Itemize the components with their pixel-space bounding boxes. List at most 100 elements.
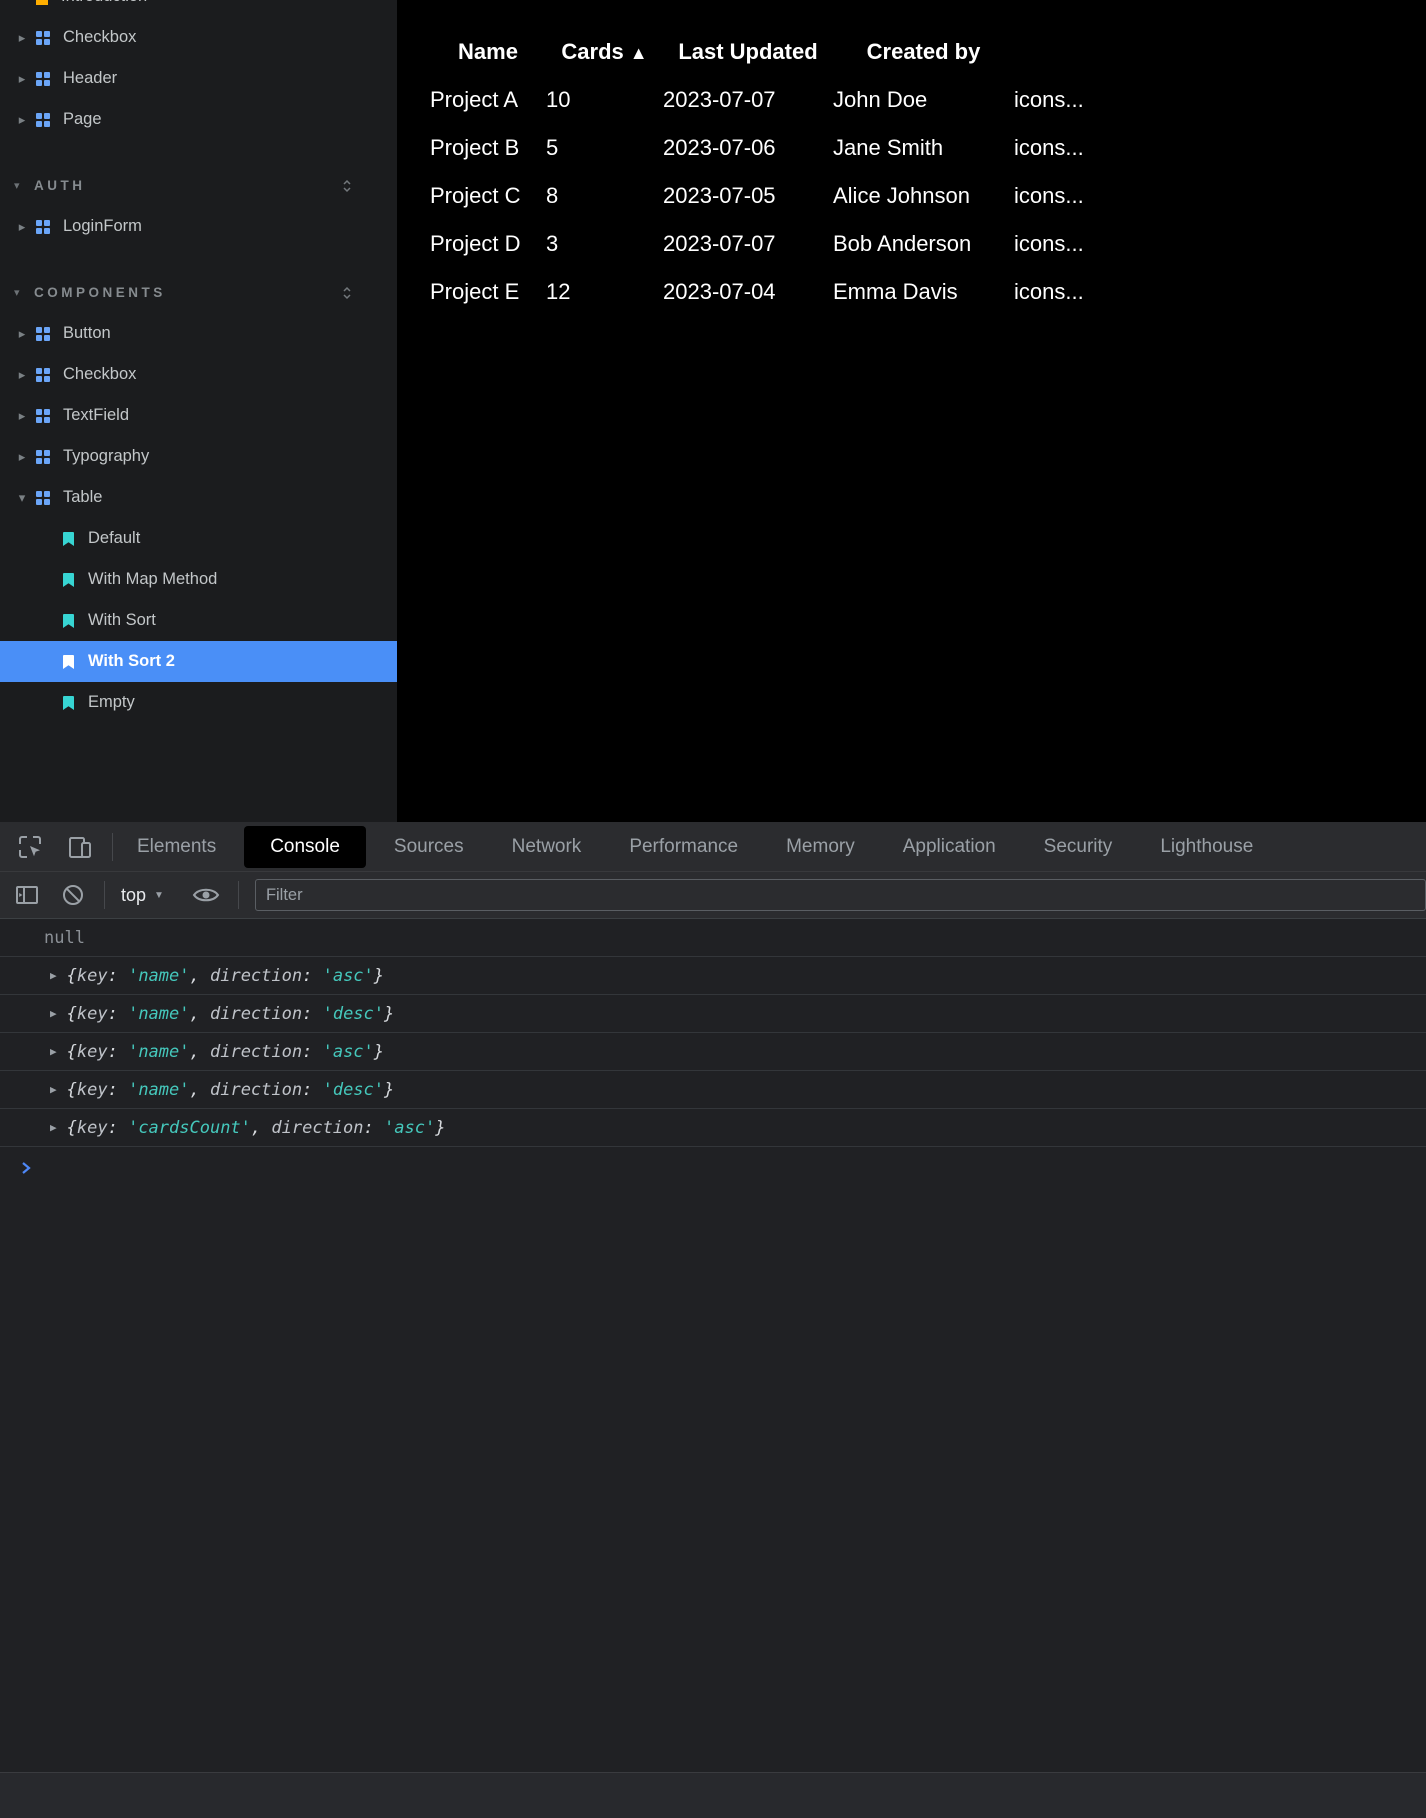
sidebar-section-components: ▾ COMPONENTS ▸ Button ▸: [0, 272, 397, 723]
sidebar-item-button[interactable]: ▸ Button: [0, 313, 397, 354]
inspect-element-icon[interactable]: [16, 833, 44, 861]
tab-performance[interactable]: Performance: [605, 822, 762, 872]
sidebar-item-loginform[interactable]: ▸ LoginForm: [0, 206, 397, 247]
section-header-components[interactable]: ▾ COMPONENTS: [0, 272, 397, 313]
cell-name: Project B: [430, 124, 546, 172]
cell-actions[interactable]: icons...: [1014, 124, 1144, 172]
section-header-auth[interactable]: ▾ AUTH: [0, 165, 397, 206]
sort-asc-icon: ▲: [630, 43, 648, 63]
tab-lighthouse[interactable]: Lighthouse: [1136, 822, 1277, 872]
console-sidebar-icon[interactable]: [14, 882, 40, 908]
sidebar-item-label: Typography: [63, 447, 149, 466]
console-filter-input[interactable]: [255, 879, 1426, 911]
component-icon: [35, 219, 51, 235]
sidebar-item-label: Checkbox: [63, 28, 136, 47]
component-icon: [35, 408, 51, 424]
device-toolbar-icon[interactable]: [66, 833, 94, 861]
window-bottom-bar: [0, 1772, 1426, 1818]
console-log-entry[interactable]: null: [0, 919, 1426, 957]
object-preview: {key: 'name', direction: 'desc'}: [67, 1080, 395, 1100]
context-selector[interactable]: top ▼: [121, 885, 164, 906]
expand-triangle-icon[interactable]: ▶: [50, 969, 57, 982]
console-log-entry[interactable]: ▶ {key: 'name', direction: 'desc'}: [0, 1071, 1426, 1109]
cell-name: Project A: [430, 76, 546, 124]
tab-console[interactable]: Console: [244, 826, 366, 868]
console-log-entry[interactable]: ▶ {key: 'cardsCount', direction: 'asc'}: [0, 1109, 1426, 1147]
cell-name: Project C: [430, 172, 546, 220]
sidebar-item-label: Header: [63, 69, 117, 88]
live-expression-eye-icon[interactable]: [192, 883, 220, 907]
collapsed-chevron-icon[interactable]: ▸: [15, 449, 29, 465]
collapsed-chevron-icon[interactable]: ▸: [15, 30, 29, 46]
expand-triangle-icon[interactable]: ▶: [50, 1121, 57, 1134]
collapse-expand-icon[interactable]: [341, 178, 353, 194]
collapsed-chevron-icon[interactable]: ▸: [15, 367, 29, 383]
null-value: null: [44, 928, 85, 948]
console-log-entry[interactable]: ▶ {key: 'name', direction: 'asc'}: [0, 1033, 1426, 1071]
collapsed-chevron-icon[interactable]: ▸: [15, 71, 29, 87]
collapse-expand-icon[interactable]: [341, 285, 353, 301]
story-label: With Map Method: [88, 570, 217, 589]
column-header-last-updated[interactable]: Last Updated: [663, 28, 833, 76]
collapsed-chevron-icon[interactable]: ▸: [15, 219, 29, 235]
cell-created: John Doe: [833, 76, 1014, 124]
console-log-entry[interactable]: ▶ {key: 'name', direction: 'desc'}: [0, 995, 1426, 1033]
section-chevron-icon[interactable]: ▾: [14, 286, 28, 299]
clear-console-icon[interactable]: [60, 882, 86, 908]
column-header-name[interactable]: Name: [430, 28, 546, 76]
tab-sources[interactable]: Sources: [370, 822, 488, 872]
context-label: top: [121, 885, 146, 906]
table-row: Project B 5 2023-07-06 Jane Smith icons.…: [430, 124, 1144, 172]
component-icon: [35, 449, 51, 465]
sidebar-story-with-sort[interactable]: With Sort: [0, 600, 397, 641]
console-prompt[interactable]: [0, 1147, 1426, 1189]
sidebar-story-with-sort-2[interactable]: With Sort 2: [0, 641, 397, 682]
cell-name: Project E: [430, 268, 546, 316]
collapsed-chevron-icon[interactable]: ▸: [15, 112, 29, 128]
sidebar-item-table[interactable]: ▾ Table: [0, 477, 397, 518]
console-prompt-icon: [20, 1161, 32, 1175]
cell-cards: 12: [546, 268, 663, 316]
collapsed-chevron-icon[interactable]: ▸: [15, 326, 29, 342]
story-bookmark-icon: [62, 654, 75, 670]
tab-memory[interactable]: Memory: [762, 822, 879, 872]
sidebar-item-checkbox-top[interactable]: ▸ Checkbox: [0, 17, 397, 58]
tab-elements[interactable]: Elements: [113, 822, 240, 872]
collapsed-chevron-icon[interactable]: ▸: [15, 408, 29, 424]
column-header-created-by[interactable]: Created by: [833, 28, 1014, 76]
sidebar-story-default[interactable]: Default: [0, 518, 397, 559]
expand-triangle-icon[interactable]: ▶: [50, 1007, 57, 1020]
app-window: Introduction ▸ Checkbox ▸ Header ▸: [0, 0, 1426, 822]
tab-network[interactable]: Network: [488, 822, 606, 872]
console-log-entry[interactable]: ▶ {key: 'name', direction: 'asc'}: [0, 957, 1426, 995]
tab-security[interactable]: Security: [1020, 822, 1137, 872]
cell-cards: 3: [546, 220, 663, 268]
devtools-tabs: Elements Console Sources Network Perform…: [113, 822, 1353, 872]
expand-triangle-icon[interactable]: ▶: [50, 1083, 57, 1096]
sidebar-item-page[interactable]: ▸ Page: [0, 99, 397, 140]
column-header-label: Cards: [561, 39, 623, 64]
cell-actions[interactable]: icons...: [1014, 76, 1144, 124]
sidebar-item-textfield[interactable]: ▸ TextField: [0, 395, 397, 436]
sidebar-item-typography[interactable]: ▸ Typography: [0, 436, 397, 477]
cell-actions[interactable]: icons...: [1014, 172, 1144, 220]
expanded-chevron-icon[interactable]: ▾: [15, 490, 29, 506]
cell-updated: 2023-07-07: [663, 220, 833, 268]
sidebar-story-with-map-method[interactable]: With Map Method: [0, 559, 397, 600]
sidebar-item-introduction[interactable]: Introduction: [0, 0, 397, 17]
sidebar-item-checkbox[interactable]: ▸ Checkbox: [0, 354, 397, 395]
tab-application[interactable]: Application: [879, 822, 1020, 872]
expand-triangle-icon[interactable]: ▶: [50, 1045, 57, 1058]
table-row: Project D 3 2023-07-07 Bob Anderson icon…: [430, 220, 1144, 268]
sidebar-item-label: TextField: [63, 406, 129, 425]
column-header-cards[interactable]: Cards ▲: [546, 28, 663, 76]
cell-cards: 8: [546, 172, 663, 220]
section-chevron-icon[interactable]: ▾: [14, 179, 28, 192]
storybook-sidebar: Introduction ▸ Checkbox ▸ Header ▸: [0, 0, 397, 822]
sidebar-item-header[interactable]: ▸ Header: [0, 58, 397, 99]
cell-actions[interactable]: icons...: [1014, 220, 1144, 268]
component-icon: [35, 367, 51, 383]
cell-actions[interactable]: icons...: [1014, 268, 1144, 316]
story-bookmark-icon: [62, 613, 75, 629]
sidebar-story-empty[interactable]: Empty: [0, 682, 397, 723]
